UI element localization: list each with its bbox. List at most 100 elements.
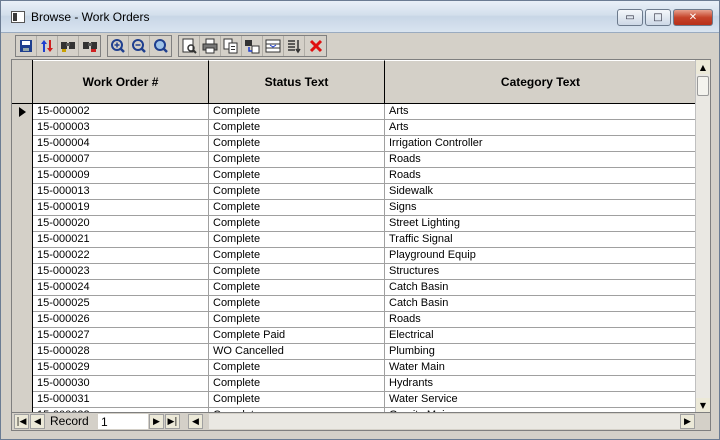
row-indicator[interactable] [12, 328, 33, 344]
filter-button[interactable] [263, 36, 284, 56]
cell-status[interactable]: Complete [209, 168, 385, 184]
scroll-thumb[interactable] [697, 76, 709, 96]
cell-status[interactable]: Complete [209, 392, 385, 408]
cell-status[interactable]: Complete [209, 280, 385, 296]
cell-category[interactable]: Roads [385, 312, 696, 328]
horizontal-scrollbar[interactable] [209, 414, 694, 429]
table-row[interactable]: 15-000019 Complete Signs [12, 200, 696, 216]
cell-status[interactable]: Complete [209, 312, 385, 328]
cell-category[interactable]: Water Service [385, 392, 696, 408]
table-row[interactable]: 15-000007 Complete Roads [12, 152, 696, 168]
table-row[interactable]: 15-000025 Complete Catch Basin [12, 296, 696, 312]
cell-status[interactable]: WO Cancelled [209, 344, 385, 360]
cell-status[interactable]: Complete [209, 200, 385, 216]
table-row[interactable]: 15-000013 Complete Sidewalk [12, 184, 696, 200]
column-header-status[interactable]: Status Text [209, 60, 385, 103]
row-indicator[interactable] [12, 120, 33, 136]
title-bar[interactable]: Browse - Work Orders ▭ □ ✕ [1, 1, 719, 33]
cell-work-order[interactable]: 15-000020 [33, 216, 209, 232]
cell-category[interactable]: Arts [385, 104, 696, 120]
table-row[interactable]: 15-000003 Complete Arts [12, 120, 696, 136]
cell-work-order[interactable]: 15-000026 [33, 312, 209, 328]
table-row[interactable]: 15-000022 Complete Playground Equip [12, 248, 696, 264]
cell-work-order[interactable]: 15-000029 [33, 360, 209, 376]
cell-status[interactable]: Complete [209, 136, 385, 152]
column-header-work-order[interactable]: Work Order # [33, 60, 209, 103]
row-indicator[interactable] [12, 280, 33, 296]
table-row[interactable]: 15-000021 Complete Traffic Signal [12, 232, 696, 248]
table-row[interactable]: 15-000020 Complete Street Lighting [12, 216, 696, 232]
row-indicator[interactable] [12, 104, 33, 120]
cell-work-order[interactable]: 15-000004 [33, 136, 209, 152]
row-indicator[interactable] [12, 344, 33, 360]
row-indicator[interactable] [12, 296, 33, 312]
table-row[interactable]: 15-000030 Complete Hydrants [12, 376, 696, 392]
cell-category[interactable]: Roads [385, 168, 696, 184]
row-indicator[interactable] [12, 184, 33, 200]
row-indicator[interactable] [12, 360, 33, 376]
scroll-right-button[interactable]: ▶ [680, 414, 695, 429]
table-row[interactable]: 15-000024 Complete Catch Basin [12, 280, 696, 296]
row-indicator[interactable] [12, 152, 33, 168]
table-row[interactable]: 15-000028 WO Cancelled Plumbing [12, 344, 696, 360]
row-indicator[interactable] [12, 264, 33, 280]
cell-status[interactable]: Complete [209, 360, 385, 376]
cell-status[interactable]: Complete [209, 232, 385, 248]
cell-status[interactable]: Complete [209, 264, 385, 280]
row-indicator[interactable] [12, 136, 33, 152]
table-row[interactable]: 15-000002 Complete Arts [12, 104, 696, 120]
cell-work-order[interactable]: 15-000024 [33, 280, 209, 296]
previous-record-button[interactable]: ◀ [30, 414, 45, 429]
export-button[interactable] [242, 36, 263, 56]
row-indicator[interactable] [12, 216, 33, 232]
cell-category[interactable]: Sidewalk [385, 184, 696, 200]
delete-button[interactable] [305, 36, 326, 56]
cell-category[interactable]: Catch Basin [385, 280, 696, 296]
maximize-button[interactable]: □ [645, 9, 671, 26]
cell-work-order[interactable]: 15-000025 [33, 296, 209, 312]
last-record-button[interactable]: ▶| [165, 414, 180, 429]
zoom-in-button[interactable] [108, 36, 129, 56]
cell-category[interactable]: Catch Basin [385, 296, 696, 312]
find-next-button[interactable] [79, 36, 100, 56]
copy-button[interactable] [221, 36, 242, 56]
cell-work-order[interactable]: 15-000031 [33, 392, 209, 408]
cell-category[interactable]: Arts [385, 120, 696, 136]
row-indicator[interactable] [12, 392, 33, 408]
cell-work-order[interactable]: 15-000002 [33, 104, 209, 120]
cell-status[interactable]: Complete [209, 104, 385, 120]
sort-button[interactable] [37, 36, 58, 56]
table-row[interactable]: 15-000026 Complete Roads [12, 312, 696, 328]
cell-work-order[interactable]: 15-000003 [33, 120, 209, 136]
table-row[interactable]: 15-000027 Complete Paid Electrical [12, 328, 696, 344]
save-button[interactable] [16, 36, 37, 56]
record-number-input[interactable] [98, 414, 148, 429]
cell-category[interactable]: Street Lighting [385, 216, 696, 232]
table-row[interactable]: 15-000004 Complete Irrigation Controller [12, 136, 696, 152]
cell-status[interactable]: Complete [209, 120, 385, 136]
cell-status[interactable]: Complete [209, 376, 385, 392]
sort-order-button[interactable] [284, 36, 305, 56]
close-button[interactable]: ✕ [673, 9, 713, 26]
table-row[interactable]: 15-000009 Complete Roads [12, 168, 696, 184]
cell-work-order[interactable]: 15-000023 [33, 264, 209, 280]
cell-work-order[interactable]: 15-000007 [33, 152, 209, 168]
row-indicator[interactable] [12, 376, 33, 392]
print-preview-button[interactable] [179, 36, 200, 56]
cell-category[interactable]: Traffic Signal [385, 232, 696, 248]
cell-category[interactable]: Electrical [385, 328, 696, 344]
table-row[interactable]: 15-000029 Complete Water Main [12, 360, 696, 376]
cell-work-order[interactable]: 15-000013 [33, 184, 209, 200]
cell-category[interactable]: Roads [385, 152, 696, 168]
cell-category[interactable]: Playground Equip [385, 248, 696, 264]
cell-work-order[interactable]: 15-000028 [33, 344, 209, 360]
cell-category[interactable]: Irrigation Controller [385, 136, 696, 152]
vertical-scrollbar[interactable]: ▲ ▼ [695, 60, 710, 412]
cell-category[interactable]: Water Main [385, 360, 696, 376]
scroll-left-button[interactable]: ◀ [188, 414, 203, 429]
cell-status[interactable]: Complete [209, 184, 385, 200]
cell-status[interactable]: Complete [209, 248, 385, 264]
zoom-out-button[interactable] [129, 36, 150, 56]
row-indicator[interactable] [12, 168, 33, 184]
cell-work-order[interactable]: 15-000030 [33, 376, 209, 392]
